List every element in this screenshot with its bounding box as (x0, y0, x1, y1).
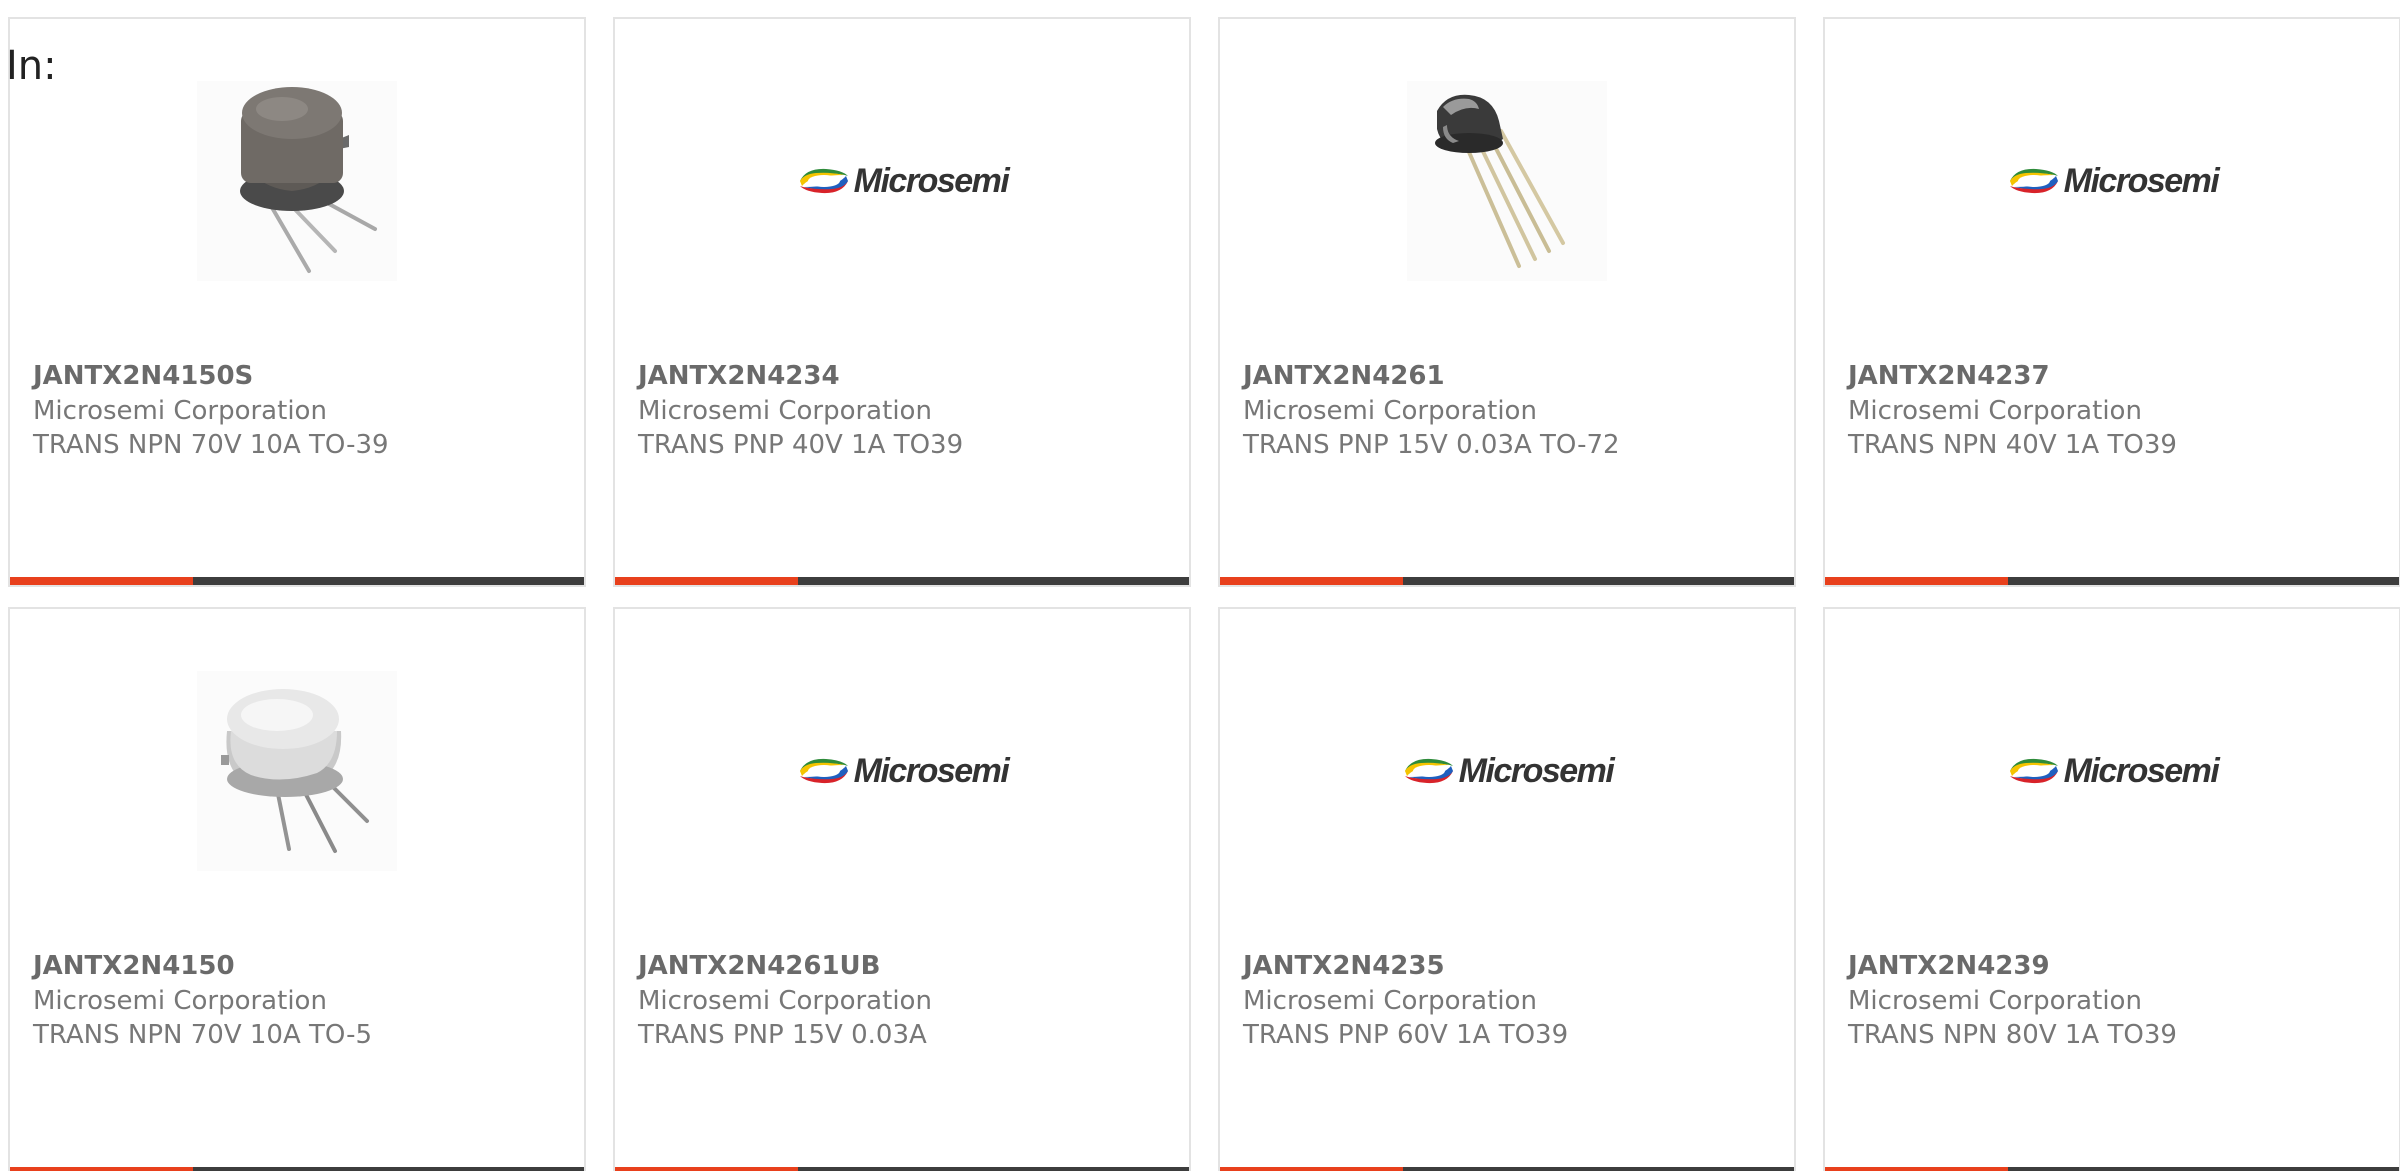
product-thumbnail[interactable]: Microsemi (1825, 81, 2399, 281)
manufacturer-label: Microsemi Corporation (1243, 396, 1537, 426)
card-progress-accent (1825, 577, 2008, 585)
card-progress-accent (10, 1167, 193, 1171)
microsemi-logo: Microsemi (2006, 751, 2220, 791)
description-label: TRANS NPN 80V 1A TO39 (1848, 1020, 2177, 1050)
description-label: TRANS PNP 15V 0.03A (638, 1020, 927, 1050)
card-progress-bar (1220, 577, 1794, 585)
microsemi-swirl-icon (1404, 758, 1453, 784)
product-thumbnail[interactable]: Microsemi (615, 671, 1189, 871)
microsemi-logo: Microsemi (2006, 161, 2220, 201)
card-progress-accent (615, 577, 798, 585)
microsemi-logo: Microsemi (796, 161, 1010, 201)
part-number-link[interactable]: JANTX2N4150S (33, 359, 574, 394)
description-label: TRANS NPN 40V 1A TO39 (1848, 430, 2177, 460)
product-card[interactable]: JANTX2N4150 Microsemi Corporation TRANS … (8, 607, 586, 1171)
card-progress-bar (615, 1167, 1189, 1171)
product-card[interactable]: Microsemi JANTX2N4234 Microsemi Corporat… (613, 17, 1191, 587)
description-label: TRANS NPN 70V 10A TO-39 (33, 430, 389, 460)
product-grid-page: In: JANTX2N4150S Microsemi Corporation T… (0, 0, 2400, 1171)
in-label: In: (6, 43, 57, 89)
transistor-to72-image (1407, 81, 1607, 281)
manufacturer-label: Microsemi Corporation (638, 396, 932, 426)
manufacturer-label: Microsemi Corporation (1848, 396, 2142, 426)
product-thumbnail[interactable]: Microsemi (1825, 671, 2399, 871)
card-progress-accent (1220, 577, 1403, 585)
microsemi-logo: Microsemi (1401, 751, 1615, 791)
microsemi-logo-text: Microsemi (2063, 751, 2220, 790)
part-number-link[interactable]: JANTX2N4235 (1243, 949, 1784, 984)
microsemi-swirl-icon (799, 758, 848, 784)
card-progress-accent (1825, 1167, 2008, 1171)
part-number-link[interactable]: JANTX2N4261 (1243, 359, 1784, 394)
card-progress-bar (10, 577, 584, 585)
manufacturer-label: Microsemi Corporation (1243, 986, 1537, 1016)
microsemi-logo-text: Microsemi (1458, 751, 1615, 790)
product-card[interactable]: Microsemi JANTX2N4239 Microsemi Corporat… (1823, 607, 2400, 1171)
product-thumbnail[interactable] (10, 671, 584, 871)
product-thumbnail[interactable]: Microsemi (615, 81, 1189, 281)
description-label: TRANS PNP 60V 1A TO39 (1243, 1020, 1569, 1050)
manufacturer-label: Microsemi Corporation (1848, 986, 2142, 1016)
description-label: TRANS NPN 70V 10A TO-5 (33, 1020, 373, 1050)
microsemi-logo-text: Microsemi (853, 161, 1010, 200)
part-number-link[interactable]: JANTX2N4261UB (638, 949, 1179, 984)
product-thumbnail[interactable] (10, 81, 584, 281)
microsemi-logo-text: Microsemi (853, 751, 1010, 790)
microsemi-swirl-icon (2009, 168, 2058, 194)
product-card[interactable]: JANTX2N4150S Microsemi Corporation TRANS… (8, 17, 586, 587)
transistor-to5-silver-image (197, 671, 397, 871)
card-progress-bar (10, 1167, 584, 1171)
part-number-link[interactable]: JANTX2N4150 (33, 949, 574, 984)
card-progress-bar (615, 577, 1189, 585)
card-progress-bar (1220, 1167, 1794, 1171)
card-progress-bar (1825, 577, 2399, 585)
microsemi-logo-text: Microsemi (2063, 161, 2220, 200)
card-progress-bar (1825, 1167, 2399, 1171)
part-number-link[interactable]: JANTX2N4239 (1848, 949, 2389, 984)
product-card[interactable]: JANTX2N4261 Microsemi Corporation TRANS … (1218, 17, 1796, 587)
microsemi-swirl-icon (2009, 758, 2058, 784)
manufacturer-label: Microsemi Corporation (638, 986, 932, 1016)
card-progress-accent (615, 1167, 798, 1171)
description-label: TRANS PNP 15V 0.03A TO-72 (1243, 430, 1620, 460)
microsemi-swirl-icon (799, 168, 848, 194)
manufacturer-label: Microsemi Corporation (33, 986, 327, 1016)
product-card[interactable]: Microsemi JANTX2N4235 Microsemi Corporat… (1218, 607, 1796, 1171)
product-thumbnail[interactable]: Microsemi (1220, 671, 1794, 871)
card-progress-accent (10, 577, 193, 585)
part-number-link[interactable]: JANTX2N4237 (1848, 359, 2389, 394)
transistor-to39-dark-image (197, 81, 397, 281)
product-grid: JANTX2N4150S Microsemi Corporation TRANS… (8, 17, 2400, 1171)
manufacturer-label: Microsemi Corporation (33, 396, 327, 426)
description-label: TRANS PNP 40V 1A TO39 (638, 430, 964, 460)
microsemi-logo: Microsemi (796, 751, 1010, 791)
card-progress-accent (1220, 1167, 1403, 1171)
product-card[interactable]: Microsemi JANTX2N4237 Microsemi Corporat… (1823, 17, 2400, 587)
product-card[interactable]: Microsemi JANTX2N4261UB Microsemi Corpor… (613, 607, 1191, 1171)
product-thumbnail[interactable] (1220, 81, 1794, 281)
part-number-link[interactable]: JANTX2N4234 (638, 359, 1179, 394)
